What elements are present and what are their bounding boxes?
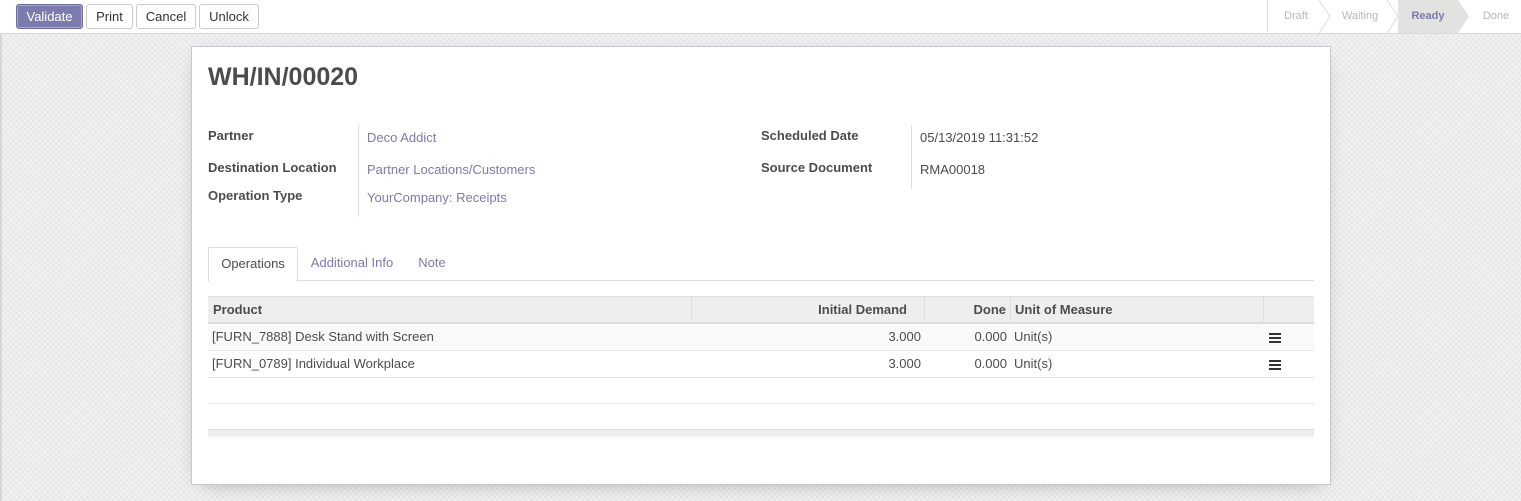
done-cell[interactable]: 0.000	[925, 351, 1007, 377]
empty-table-row	[208, 378, 1314, 404]
column-header-product[interactable]: Product	[208, 297, 692, 323]
uom-cell[interactable]: Unit(s)	[1014, 324, 1254, 350]
done-cell[interactable]: 0.000	[925, 324, 1007, 350]
control-panel: Validate Print Cancel Unlock Draft Waiti…	[0, 0, 1521, 34]
tab-operations[interactable]: Operations	[208, 247, 298, 282]
initial-demand-cell[interactable]: 3.000	[692, 324, 921, 350]
status-stages: Draft Waiting Ready Done	[1267, 0, 1521, 33]
uom-cell[interactable]: Unit(s)	[1014, 351, 1254, 377]
initial-demand-cell[interactable]: 3.000	[692, 351, 921, 377]
partner-label: Partner	[208, 128, 254, 143]
validate-button[interactable]: Validate	[16, 4, 83, 29]
operations-table: Product Initial Demand Done Unit of Meas…	[208, 296, 1314, 437]
stage-ready[interactable]: Ready	[1398, 0, 1458, 33]
product-cell[interactable]: [FURN_0789] Individual Workplace	[212, 351, 692, 377]
left-border	[0, 34, 2, 501]
destination-location-label: Destination Location	[208, 160, 337, 175]
unlock-button[interactable]: Unlock	[199, 4, 259, 29]
destination-location-link[interactable]: Partner Locations/Customers	[367, 162, 535, 177]
product-cell[interactable]: [FURN_7888] Desk Stand with Screen	[212, 324, 692, 350]
column-header-unit-of-measure[interactable]: Unit of Measure	[1011, 297, 1264, 323]
table-row[interactable]: [FURN_7888] Desk Stand with Screen 3.000…	[208, 324, 1314, 351]
tab-additional-info[interactable]: Additional Info	[303, 247, 401, 281]
column-header-initial-demand[interactable]: Initial Demand	[692, 297, 925, 323]
operation-type-link[interactable]: YourCompany: Receipts	[367, 190, 507, 205]
detailed-operations-list-icon[interactable]	[1269, 333, 1281, 343]
tab-note[interactable]: Note	[408, 247, 456, 281]
scheduled-date-value: 05/13/2019 11:31:52	[920, 130, 1039, 145]
record-title: WH/IN/00020	[208, 63, 359, 91]
partner-link[interactable]: Deco Addict	[367, 130, 436, 145]
scheduled-date-label: Scheduled Date	[761, 128, 859, 143]
source-document-label: Source Document	[761, 160, 873, 175]
stage-done[interactable]: Done	[1471, 0, 1521, 33]
detailed-operations-list-icon[interactable]	[1269, 360, 1281, 370]
notebook-tabs: Operations Additional Info Note	[208, 247, 1314, 282]
cancel-button[interactable]: Cancel	[136, 4, 196, 29]
table-header: Product Initial Demand Done Unit of Meas…	[208, 296, 1314, 324]
operation-type-label: Operation Type	[208, 188, 303, 203]
stage-waiting[interactable]: Waiting	[1330, 0, 1390, 33]
source-document-value: RMA00018	[920, 162, 986, 177]
field-divider	[358, 125, 359, 217]
print-button[interactable]: Print	[86, 4, 133, 29]
stage-active-chevron	[1458, 0, 1469, 33]
table-footer	[208, 429, 1314, 437]
field-divider	[911, 125, 912, 189]
table-row[interactable]: [FURN_0789] Individual Workplace 3.000 0…	[208, 351, 1314, 378]
column-header-actions	[1264, 297, 1314, 323]
form-sheet: WH/IN/00020 Partner Destination Location…	[191, 46, 1331, 485]
column-header-done[interactable]: Done	[925, 297, 1011, 323]
stage-draft[interactable]: Draft	[1268, 0, 1324, 33]
